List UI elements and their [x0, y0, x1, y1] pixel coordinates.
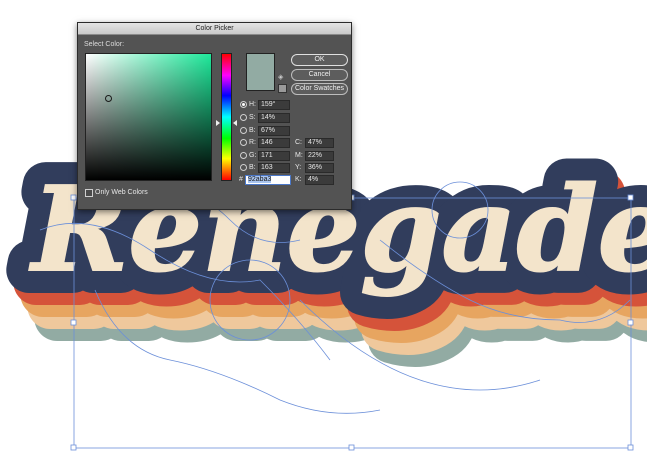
red-label: R: — [249, 139, 256, 146]
hue-slider-arrow-left[interactable] — [216, 120, 220, 126]
yellow-label: Y: — [295, 164, 302, 171]
cancel-button[interactable]: Cancel — [291, 69, 348, 81]
blue-radio[interactable] — [240, 164, 247, 171]
resize-handle[interactable] — [627, 444, 634, 451]
small-swatch-icon[interactable] — [278, 84, 287, 93]
color-picker-dialog[interactable]: Color Picker Select Color: ◈ OK Cancel C… — [77, 22, 352, 210]
only-web-colors-label: Only Web Colors — [95, 189, 148, 196]
saturation-radio[interactable] — [240, 114, 247, 121]
resize-handle[interactable] — [348, 444, 355, 451]
green-radio[interactable] — [240, 152, 247, 159]
brightness-radio[interactable] — [240, 127, 247, 134]
color-swatches-button[interactable]: Color Swatches — [291, 83, 348, 95]
hue-slider[interactable] — [221, 53, 232, 181]
yellow-field[interactable]: 36% — [305, 163, 334, 173]
blue-field[interactable]: 163 — [258, 163, 290, 173]
brightness-label: B: — [249, 127, 256, 134]
brightness-field[interactable]: 67% — [258, 126, 290, 136]
red-radio[interactable] — [240, 139, 247, 146]
resize-handle[interactable] — [627, 194, 634, 201]
green-label: G: — [249, 152, 257, 159]
resize-handle[interactable] — [70, 319, 77, 326]
color-field[interactable] — [85, 53, 212, 181]
black-label: K: — [295, 176, 302, 183]
hex-input[interactable]: 92aba3 — [245, 175, 291, 185]
only-web-colors-checkbox[interactable] — [85, 189, 93, 197]
magenta-field[interactable]: 22% — [305, 151, 334, 161]
saturation-field[interactable]: 14% — [258, 113, 290, 123]
cube-icon[interactable]: ◈ — [278, 74, 285, 81]
hue-slider-arrow-right[interactable] — [233, 120, 237, 126]
hue-radio[interactable] — [240, 101, 247, 108]
hue-label: H: — [249, 101, 256, 108]
ok-button[interactable]: OK — [291, 54, 348, 66]
current-color-swatch — [246, 53, 275, 91]
blue-label: B: — [249, 164, 256, 171]
red-field[interactable]: 146 — [258, 138, 290, 148]
hex-value[interactable]: 92aba3 — [248, 176, 272, 183]
resize-handle[interactable] — [70, 444, 77, 451]
color-field-cursor[interactable] — [105, 95, 112, 102]
select-color-label: Select Color: — [84, 41, 125, 48]
cyan-label: C: — [295, 139, 302, 146]
green-field[interactable]: 171 — [258, 151, 290, 161]
black-field[interactable]: 4% — [305, 175, 334, 185]
hue-field[interactable]: 159° — [258, 100, 290, 110]
hex-prefix: # — [239, 176, 243, 183]
magenta-label: M: — [295, 152, 303, 159]
saturation-label: S: — [249, 114, 256, 121]
dialog-title[interactable]: Color Picker — [78, 23, 351, 35]
resize-handle[interactable] — [627, 319, 634, 326]
cyan-field[interactable]: 47% — [305, 138, 334, 148]
resize-handle[interactable] — [70, 194, 77, 201]
